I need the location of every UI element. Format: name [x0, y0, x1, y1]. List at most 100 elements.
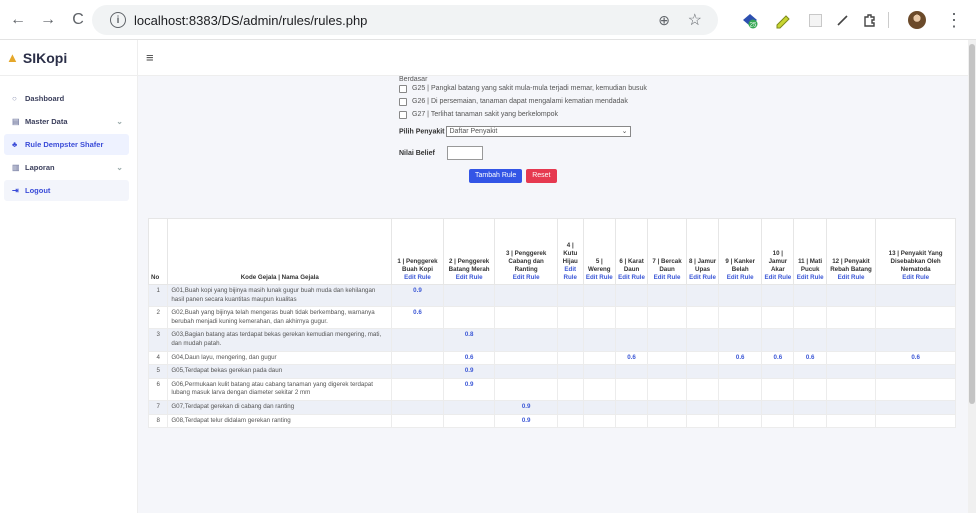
column-header-disease: 9 | Kanker Belah Edit Rule [718, 218, 763, 285]
belief-cell [761, 377, 795, 401]
disease-select[interactable]: Daftar Penyakit ⌄ [446, 126, 632, 137]
scrollbar-thumb[interactable] [969, 44, 975, 404]
gejala-checkbox-row[interactable]: G25 | Pangkal batang yang sakit mula-mul… [399, 84, 724, 94]
belief-cell [875, 306, 956, 330]
column-header-disease: 4 | Kutu Hijau Edit Rule [556, 218, 584, 285]
svg-text:25: 25 [750, 23, 757, 29]
edit-icon[interactable] [834, 8, 852, 32]
belief-cell: 0.6 [391, 306, 444, 330]
checkbox[interactable] [399, 85, 407, 93]
belief-cell [647, 306, 687, 330]
table-header-row: No Kode Gejala | Nama Gejala 1 | Pengger… [147, 218, 956, 285]
belief-cell [442, 283, 496, 308]
edit-rule-link[interactable]: Edit Rule [560, 266, 581, 282]
browser-menu-icon[interactable]: ⋮ [945, 8, 963, 32]
sidebar-item-label: Rule Dempster Shafer [25, 140, 104, 149]
reset-button[interactable]: Reset [526, 169, 557, 183]
form-actions: Tambah Rule Reset [469, 169, 724, 183]
brand-name: SIKopi [22, 49, 68, 66]
edit-rule-link[interactable]: Edit Rule [650, 274, 684, 282]
back-icon[interactable]: ← [6, 8, 30, 32]
sidebar: ▲ SIKopi ○ Dashboard ▤ Master Data ⌄ ♣ R… [0, 40, 138, 513]
belief-cell [391, 350, 444, 366]
hamburger-menu-icon[interactable]: ≡ [146, 50, 154, 65]
belief-cell [685, 364, 720, 379]
address-bar[interactable]: i localhost:8383/DS/admin/rules/rules.ph… [92, 5, 718, 35]
rule-form: Berdasar G25 | Pangkal batang yang sakit… [394, 76, 724, 183]
checkbox[interactable] [399, 111, 407, 119]
gejala-cell: G08,Terdapat telur didalam gerekan ranti… [167, 413, 393, 429]
belief-cell [793, 283, 827, 308]
belief-cell [793, 328, 827, 352]
belief-cell [442, 413, 496, 429]
edit-rule-link[interactable]: Edit Rule [878, 274, 953, 282]
belief-cell [556, 399, 584, 415]
belief-cell [556, 350, 584, 366]
url-text[interactable]: localhost:8383/DS/admin/rules/rules.php [134, 13, 367, 28]
table-row: 4 G04,Daun layu, mengering, dan gugur 0.6 0… [147, 350, 956, 366]
reload-icon[interactable]: C [66, 8, 90, 32]
sidebar-item-laporan[interactable]: ▥ Laporan ⌄ [4, 157, 129, 178]
column-header-no: No [147, 218, 169, 285]
row-number: 4 [147, 350, 169, 366]
gejala-checkbox-row[interactable]: G26 | Di persemaian, tanaman dapat menga… [399, 97, 724, 107]
row-number: 7 [147, 399, 169, 415]
edit-rule-link[interactable]: Edit Rule [618, 274, 645, 282]
extensions-puzzle-icon[interactable] [860, 8, 880, 32]
sidebar-item-logout[interactable]: ⇥ Logout [4, 180, 129, 201]
edit-rule-link[interactable]: Edit Rule [394, 274, 441, 282]
site-info-icon[interactable]: i [110, 12, 126, 28]
edit-rule-link[interactable]: Edit Rule [721, 274, 759, 282]
belief-cell: 0.9 [391, 283, 444, 308]
column-header-disease: 2 | Penggerek Batang Merah Edit Rule [442, 218, 496, 285]
belief-cell [391, 328, 444, 352]
extension-icon[interactable]: 25 [738, 8, 762, 32]
row-number: 3 [147, 328, 169, 352]
column-header-disease: 12 | Penyakit Rebah Batang Edit Rule [825, 218, 877, 285]
square-extension-icon[interactable] [806, 8, 824, 32]
sidebar-item-master-data[interactable]: ▤ Master Data ⌄ [4, 111, 129, 132]
pencil-extension-icon[interactable] [772, 8, 794, 32]
sidebar-item-label: Laporan [25, 163, 55, 172]
belief-cell [614, 283, 649, 308]
gejala-checkbox-label: G25 | Pangkal batang yang sakit mula-mul… [412, 85, 647, 92]
edit-rule-link[interactable]: Edit Rule [586, 274, 613, 282]
zoom-icon[interactable]: ⊕ [658, 12, 670, 29]
sidebar-item-rule-dempster-shafer[interactable]: ♣ Rule Dempster Shafer [4, 134, 129, 155]
table-row: 3 G03,Bagian batang atas terdapat bekas g… [147, 328, 956, 352]
belief-cell: 0.6 [875, 350, 956, 366]
belief-cell: 0.9 [442, 377, 496, 401]
forward-icon[interactable]: → [36, 8, 60, 32]
sidebar-item-dashboard[interactable]: ○ Dashboard [4, 88, 129, 109]
belief-cell [556, 364, 584, 379]
belief-cell [556, 306, 584, 330]
belief-cell [647, 350, 687, 366]
edit-rule-link[interactable]: Edit Rule [829, 274, 873, 282]
coffee-logo-icon: ▲ [6, 50, 19, 65]
edit-rule-link[interactable]: Edit Rule [796, 274, 824, 282]
belief-cell [875, 399, 956, 415]
bookmark-star-icon[interactable]: ☆ [688, 10, 702, 30]
belief-cell: 0.9 [494, 399, 558, 415]
page-scrollbar[interactable] [968, 40, 976, 513]
belief-cell [582, 283, 616, 308]
belief-cell [582, 364, 616, 379]
belief-cell [793, 413, 827, 429]
belief-cell [582, 399, 616, 415]
edit-rule-link[interactable]: Edit Rule [446, 274, 493, 282]
checkbox[interactable] [399, 98, 407, 106]
edit-rule-link[interactable]: Edit Rule [764, 274, 791, 282]
gejala-checkbox-label: G26 | Di persemaian, tanaman dapat menga… [412, 98, 628, 105]
edit-rule-link[interactable]: Edit Rule [689, 274, 716, 282]
brand[interactable]: ▲ SIKopi [0, 40, 137, 76]
gejala-cell: G01,Buah kopi yang bijinya masih lunak g… [167, 283, 393, 308]
belief-cell [718, 283, 763, 308]
profile-avatar[interactable] [906, 8, 928, 32]
belief-input[interactable] [446, 146, 483, 160]
gejala-checkbox-row[interactable]: G27 | Terlihat tanaman sakit yang berkel… [399, 110, 724, 120]
edit-rule-link[interactable]: Edit Rule [497, 274, 554, 282]
add-rule-button[interactable]: Tambah Rule [469, 169, 523, 183]
column-header-disease: 6 | Karat Daun Edit Rule [614, 218, 649, 285]
belief-cell: 0.6 [614, 350, 649, 366]
belief-cell [647, 364, 687, 379]
